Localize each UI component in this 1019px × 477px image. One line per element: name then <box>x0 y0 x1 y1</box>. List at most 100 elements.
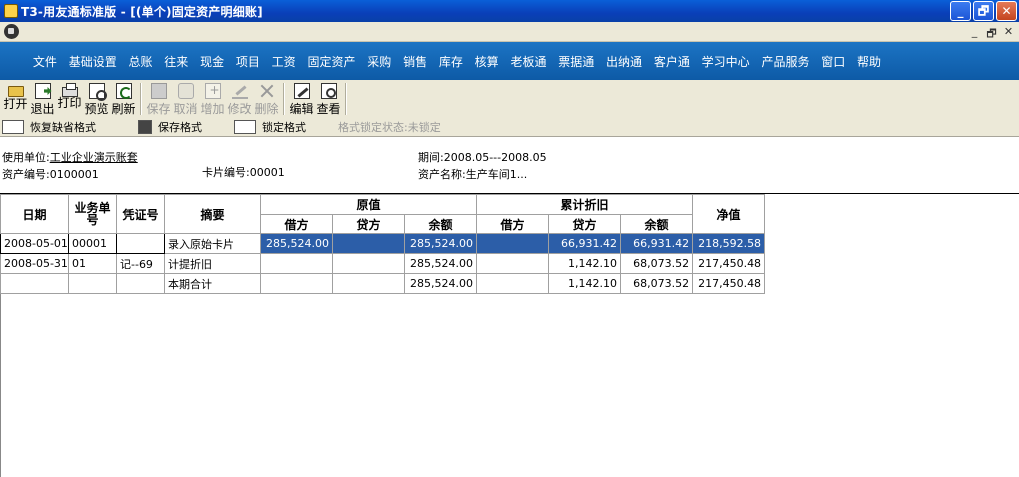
menu-item-6[interactable]: 工资 <box>266 53 302 70</box>
cell-original-balance[interactable]: 285,524.00 <box>403 273 478 294</box>
floppy-disk-icon <box>150 83 167 99</box>
cell-dep-balance[interactable]: 68,073.52 <box>620 273 694 294</box>
cell-dep-credit[interactable]: 1,142.10 <box>548 253 622 274</box>
cell-dep-credit[interactable]: 1,142.10 <box>548 273 622 294</box>
cell-original-debit[interactable] <box>260 273 333 294</box>
edit-icon <box>293 83 310 99</box>
menu-item-9[interactable]: 销售 <box>397 53 433 70</box>
edit-button[interactable]: 编辑 <box>288 80 315 118</box>
menu-item-2[interactable]: 总账 <box>123 53 159 70</box>
folder-open-icon <box>7 86 24 97</box>
cell-business-no[interactable]: 00001 <box>68 233 117 254</box>
cell-dep-balance[interactable]: 68,073.52 <box>620 253 694 274</box>
menu-item-12[interactable]: 老板通 <box>505 53 553 70</box>
cell-date[interactable]: 2008-05-01 <box>0 233 69 254</box>
cell-original-balance[interactable]: 285,524.00 <box>403 233 478 254</box>
cell-net-value[interactable]: 218,592.58 <box>692 233 766 254</box>
lock-format-button[interactable]: 锁定格式 <box>234 119 328 135</box>
lock-format-icon <box>234 120 256 134</box>
preview-button[interactable]: 预览 <box>83 80 110 118</box>
header-original-value: 原值 <box>259 194 478 215</box>
cell-net-value[interactable]: 217,450.48 <box>692 253 766 274</box>
save-button[interactable]: 保存 <box>145 80 172 118</box>
cell-summary[interactable]: 计提折旧 <box>164 253 261 274</box>
menu-item-13[interactable]: 票据通 <box>552 53 600 70</box>
modify-button[interactable]: 修改 <box>226 80 253 118</box>
print-button[interactable]: 打印 <box>56 80 83 118</box>
cell-voucher-no[interactable] <box>116 233 165 254</box>
delete-button[interactable]: 删除 <box>253 80 280 118</box>
lock-status-text: 格式锁定状态:未锁定 <box>338 119 441 135</box>
title-bar: T3-用友通标准版 - [(单个)固定资产明细账] _ 🗗 ✕ <box>0 0 1019 22</box>
cell-original-debit[interactable] <box>260 253 333 274</box>
asset-number: 资产编号:0100001 <box>2 168 99 181</box>
cell-voucher-no[interactable] <box>116 273 165 294</box>
cell-business-no[interactable]: 01 <box>68 253 117 274</box>
restore-format-icon <box>2 120 24 134</box>
cell-net-value[interactable]: 217,450.48 <box>692 273 766 294</box>
cell-original-debit[interactable]: 285,524.00 <box>260 233 333 254</box>
cell-summary[interactable]: 录入原始卡片 <box>164 233 261 254</box>
view-button[interactable]: 查看 <box>315 80 342 118</box>
header-original-debit: 借方 <box>260 214 333 234</box>
menu-item-4[interactable]: 现金 <box>194 53 230 70</box>
cancel-icon <box>177 83 194 99</box>
cell-original-balance[interactable]: 285,524.00 <box>403 253 478 274</box>
menu-item-5[interactable]: 项目 <box>230 53 266 70</box>
delete-x-icon <box>259 83 275 99</box>
table-row[interactable]: 2008-05-31 01 记--69 计提折旧 285,524.00 1,14… <box>0 253 766 274</box>
cancel-button[interactable]: 取消 <box>172 80 199 118</box>
ledger-table[interactable]: 日期 业务单号 凭证号 摘要 原值 累计折旧 净值 借方 贷方 余额 借方 贷方… <box>0 194 766 294</box>
menu-item-3[interactable]: 往来 <box>158 53 194 70</box>
menu-item-8[interactable]: 采购 <box>361 53 397 70</box>
menu-item-16[interactable]: 学习中心 <box>696 53 756 70</box>
header-date: 日期 <box>0 194 69 234</box>
cell-voucher-no[interactable]: 记--69 <box>116 253 165 274</box>
cell-dep-debit[interactable] <box>476 253 550 274</box>
cell-summary[interactable]: 本期合计 <box>164 273 261 294</box>
close-button[interactable]: ✕ <box>996 1 1017 21</box>
menu-item-17[interactable]: 产品服务 <box>756 53 816 70</box>
pencil-icon <box>231 83 248 99</box>
menu-item-14[interactable]: 出纳通 <box>600 53 648 70</box>
menu-item-7[interactable]: 固定资产 <box>302 53 362 70</box>
maximize-button[interactable]: 🗗 <box>973 1 994 21</box>
toolbar-separator <box>283 83 285 115</box>
save-format-button[interactable]: 保存格式 <box>138 119 230 135</box>
cell-original-credit[interactable] <box>332 273 405 294</box>
toolbar: 打开 退出 打印 预览 刷新 保存 取消 增加 修改 删除 编辑 <box>0 80 1019 118</box>
minimize-button[interactable]: _ <box>950 1 971 21</box>
open-button[interactable]: 打开 <box>2 80 29 118</box>
cell-dep-credit[interactable]: 66,931.42 <box>548 233 622 254</box>
menu-item-10[interactable]: 库存 <box>433 53 469 70</box>
add-icon <box>204 83 221 99</box>
cell-dep-debit[interactable] <box>476 273 550 294</box>
unit-info: 使用单位:工业企业演示账套 <box>2 151 138 164</box>
printer-icon <box>61 83 78 97</box>
cell-dep-balance[interactable]: 66,931.42 <box>620 233 694 254</box>
cell-dep-debit[interactable] <box>476 233 550 254</box>
refresh-button[interactable]: 刷新 <box>110 80 137 118</box>
restore-default-format-button[interactable]: 恢复缺省格式 <box>2 119 132 135</box>
cell-business-no[interactable] <box>68 273 117 294</box>
unit-value: 工业企业演示账套 <box>49 151 138 164</box>
preview-icon <box>88 83 107 101</box>
menu-item-19[interactable]: 帮助 <box>851 53 887 70</box>
menu-item-1[interactable]: 基础设置 <box>63 53 123 70</box>
menu-item-0[interactable]: 文件 <box>27 53 63 70</box>
cell-original-credit[interactable] <box>332 233 405 254</box>
table-row[interactable]: 本期合计 285,524.00 1,142.10 68,073.52 217,4… <box>0 273 766 294</box>
cell-date[interactable]: 2008-05-31 <box>0 253 69 274</box>
exit-button[interactable]: 退出 <box>29 80 56 118</box>
header-accumulated-depreciation: 累计折旧 <box>476 194 694 215</box>
table-row[interactable]: 2008-05-01 00001 录入原始卡片 285,524.00 285,5… <box>0 233 766 254</box>
menu-item-15[interactable]: 客户通 <box>648 53 696 70</box>
menu-item-18[interactable]: 窗口 <box>815 53 851 70</box>
menu-bar: 文件 基础设置 总账 往来 现金 项目 工资 固定资产 采购 销售 库存 核算 老板通 票据通 出纳通 客户通… <box>0 42 1019 80</box>
cell-original-credit[interactable] <box>332 253 405 274</box>
document-icon[interactable] <box>4 24 19 39</box>
menu-item-11[interactable]: 核算 <box>469 53 505 70</box>
asset-name: 资产名称:生产车间1... <box>418 168 528 181</box>
add-button[interactable]: 增加 <box>199 80 226 118</box>
cell-date[interactable] <box>0 273 69 294</box>
